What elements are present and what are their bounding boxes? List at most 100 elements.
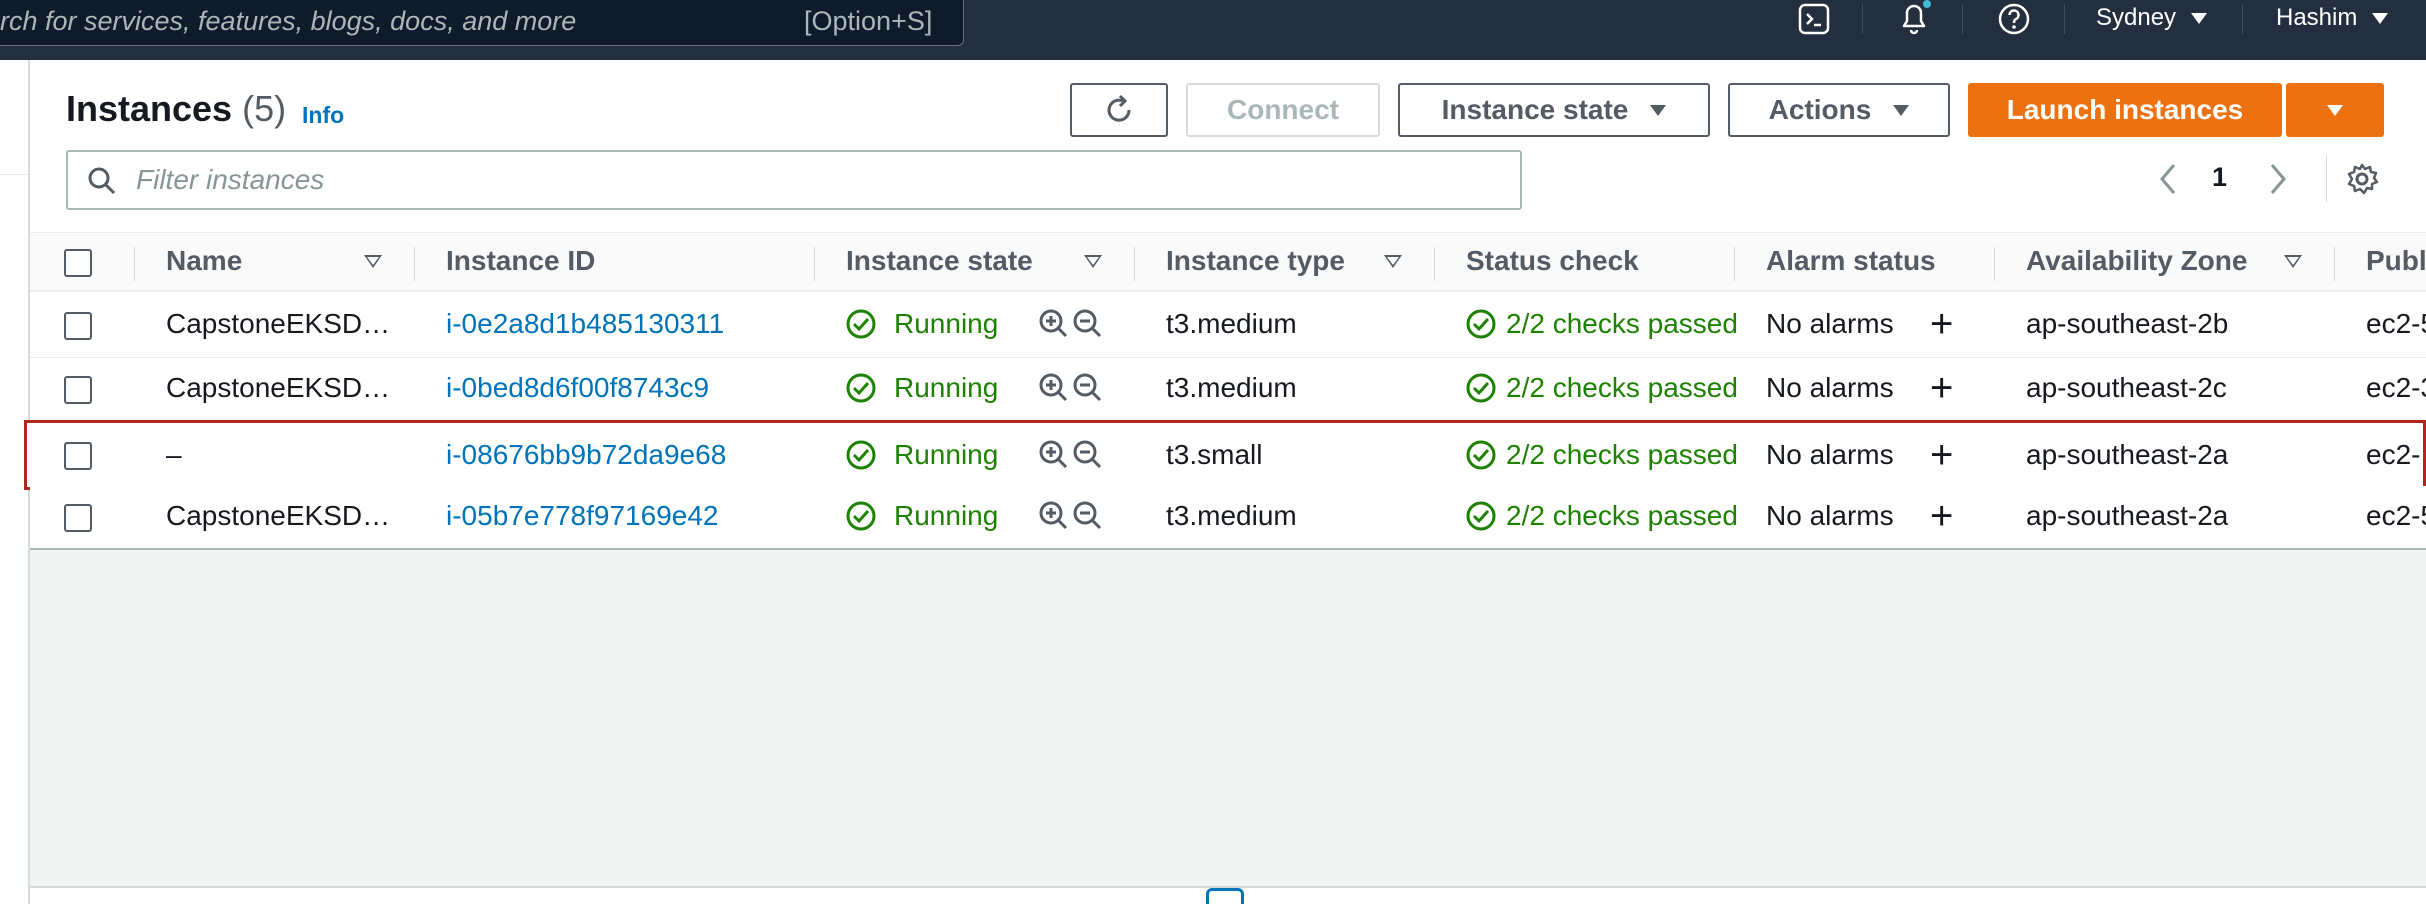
cell-status-check[interactable]: 2/2 checks passed bbox=[1506, 372, 1738, 404]
cell-instance-state: Running bbox=[894, 500, 999, 531]
info-link[interactable]: Info bbox=[302, 102, 344, 129]
filter-input[interactable] bbox=[136, 161, 1496, 199]
caret-down-icon bbox=[1893, 104, 1910, 116]
column-header-status-check[interactable]: Status check bbox=[1466, 245, 1639, 277]
chevron-left-icon bbox=[2160, 164, 2176, 194]
cell-status-check[interactable]: 2/2 checks passed bbox=[1506, 439, 1738, 471]
cell-alarm-status: No alarms bbox=[1766, 500, 1894, 531]
select-all-checkbox[interactable] bbox=[64, 249, 92, 277]
check-circle-icon bbox=[1466, 440, 1496, 470]
nav-separator bbox=[2064, 4, 2065, 34]
cell-instance-id[interactable]: i-08676bb9b72da9e68 bbox=[446, 439, 726, 471]
cell-alarm-status: No alarms bbox=[1766, 439, 1894, 470]
column-header-name[interactable]: Name bbox=[166, 245, 242, 277]
caret-down-icon bbox=[2327, 104, 2343, 116]
cell-availability-zone: ap-southeast-2b bbox=[2026, 308, 2229, 339]
column-header-public-dns[interactable]: Publ bbox=[2366, 245, 2426, 277]
filter-box[interactable] bbox=[66, 150, 1522, 210]
check-circle-icon bbox=[1466, 501, 1496, 531]
cell-status-check[interactable]: 2/2 checks passed bbox=[1506, 308, 1738, 340]
add-alarm-icon[interactable]: + bbox=[1930, 368, 1953, 408]
next-page-button[interactable] bbox=[2262, 158, 2294, 200]
row-checkbox[interactable] bbox=[64, 442, 92, 470]
details-pane-empty bbox=[30, 550, 2426, 888]
nav-separator bbox=[2242, 4, 2243, 34]
check-circle-icon bbox=[846, 501, 876, 531]
sort-icon[interactable] bbox=[2284, 255, 2302, 268]
cell-availability-zone: ap-southeast-2c bbox=[2026, 372, 2227, 403]
sort-icon[interactable] bbox=[1084, 255, 1102, 268]
region-selector[interactable]: Sydney bbox=[2096, 4, 2207, 32]
actions-dropdown[interactable]: Actions bbox=[1728, 83, 1950, 137]
table-row-highlighted[interactable]: – i-08676bb9b72da9e68 Running t3.small 2… bbox=[24, 420, 2426, 490]
current-page[interactable]: 1 bbox=[2212, 162, 2227, 193]
gear-icon bbox=[2347, 163, 2379, 195]
global-search-box[interactable]: rch for services, features, blogs, docs,… bbox=[0, 0, 964, 46]
row-checkbox[interactable] bbox=[64, 504, 92, 532]
cell-public-dns: ec2-5 bbox=[2366, 308, 2426, 339]
table-header: Name Instance ID Instance state Instance… bbox=[30, 232, 2426, 292]
cell-instance-id[interactable]: i-0e2a8d1b485130311 bbox=[446, 308, 724, 340]
table-row[interactable]: CapstoneEKSD… i-05b7e778f97169e42 Runnin… bbox=[30, 486, 2426, 550]
cell-instance-type: t3.medium bbox=[1166, 372, 1297, 403]
chevron-right-icon bbox=[2270, 164, 2286, 194]
cell-instance-type: t3.small bbox=[1166, 439, 1263, 470]
cell-instance-id[interactable]: i-0bed8d6f00f8743c9 bbox=[446, 372, 709, 404]
bell-icon[interactable] bbox=[1892, 0, 1936, 38]
launch-options-dropdown[interactable] bbox=[2286, 83, 2384, 137]
user-menu[interactable]: Hashim bbox=[2276, 4, 2389, 32]
refresh-icon bbox=[1107, 94, 1131, 122]
search-icon bbox=[88, 167, 116, 195]
cloudshell-icon[interactable] bbox=[1794, 0, 1834, 38]
sort-icon[interactable] bbox=[364, 255, 382, 268]
table-row[interactable]: CapstoneEKSD… i-0e2a8d1b485130311 Runnin… bbox=[30, 294, 2426, 358]
column-header-instance-state[interactable]: Instance state bbox=[846, 245, 1033, 277]
column-header-alarm-status[interactable]: Alarm status bbox=[1766, 245, 1936, 277]
instance-state-dropdown[interactable]: Instance state bbox=[1398, 83, 1710, 137]
zoom-in-out-icon[interactable] bbox=[1038, 372, 1110, 406]
preferences-button[interactable] bbox=[2342, 158, 2382, 200]
caret-down-icon bbox=[1650, 104, 1667, 116]
page-title: Instances (5) bbox=[66, 88, 287, 129]
cell-availability-zone: ap-southeast-2a bbox=[2026, 439, 2229, 470]
row-checkbox[interactable] bbox=[64, 376, 92, 404]
table-row[interactable]: CapstoneEKSD… i-0bed8d6f00f8743c9 Runnin… bbox=[30, 358, 2426, 422]
region-label: Sydney bbox=[2096, 4, 2177, 31]
nav-separator bbox=[1862, 4, 1863, 34]
top-navigation-bar: rch for services, features, blogs, docs,… bbox=[0, 0, 2426, 60]
refresh-button[interactable] bbox=[1070, 83, 1168, 137]
previous-page-button[interactable] bbox=[2152, 158, 2184, 200]
split-panel-drag-handle[interactable] bbox=[1206, 888, 1244, 904]
user-label: Hashim bbox=[2276, 4, 2358, 31]
caret-down-icon bbox=[2372, 13, 2389, 25]
check-circle-icon bbox=[846, 373, 876, 403]
column-header-availability-zone[interactable]: Availability Zone bbox=[2026, 245, 2247, 277]
caret-down-icon bbox=[2190, 13, 2207, 25]
check-circle-icon bbox=[1466, 309, 1496, 339]
row-checkbox[interactable] bbox=[64, 312, 92, 340]
help-icon[interactable] bbox=[1994, 0, 2034, 38]
column-header-instance-id[interactable]: Instance ID bbox=[446, 245, 595, 277]
cell-alarm-status: No alarms bbox=[1766, 308, 1894, 339]
zoom-in-out-icon[interactable] bbox=[1038, 439, 1110, 473]
add-alarm-icon[interactable]: + bbox=[1930, 435, 1953, 475]
cell-instance-type: t3.medium bbox=[1166, 308, 1297, 339]
add-alarm-icon[interactable]: + bbox=[1930, 496, 1953, 536]
cell-status-check[interactable]: 2/2 checks passed bbox=[1506, 500, 1738, 532]
check-circle-icon bbox=[1466, 373, 1496, 403]
sort-icon[interactable] bbox=[1384, 255, 1402, 268]
zoom-in-out-icon[interactable] bbox=[1038, 500, 1110, 534]
zoom-in-out-icon[interactable] bbox=[1038, 308, 1110, 342]
nav-separator bbox=[1962, 4, 1963, 34]
check-circle-icon bbox=[846, 440, 876, 470]
cell-alarm-status: No alarms bbox=[1766, 372, 1894, 403]
cell-name: CapstoneEKSD… bbox=[166, 308, 388, 339]
add-alarm-icon[interactable]: + bbox=[1930, 304, 1953, 344]
column-header-instance-type[interactable]: Instance type bbox=[1166, 245, 1345, 277]
launch-instances-button[interactable]: Launch instances bbox=[1968, 83, 2282, 137]
connect-button[interactable]: Connect bbox=[1186, 83, 1380, 137]
cell-instance-id[interactable]: i-05b7e778f97169e42 bbox=[446, 500, 718, 532]
search-placeholder[interactable]: rch for services, features, blogs, docs,… bbox=[0, 6, 576, 37]
check-circle-icon bbox=[846, 309, 876, 339]
cell-availability-zone: ap-southeast-2a bbox=[2026, 500, 2229, 531]
